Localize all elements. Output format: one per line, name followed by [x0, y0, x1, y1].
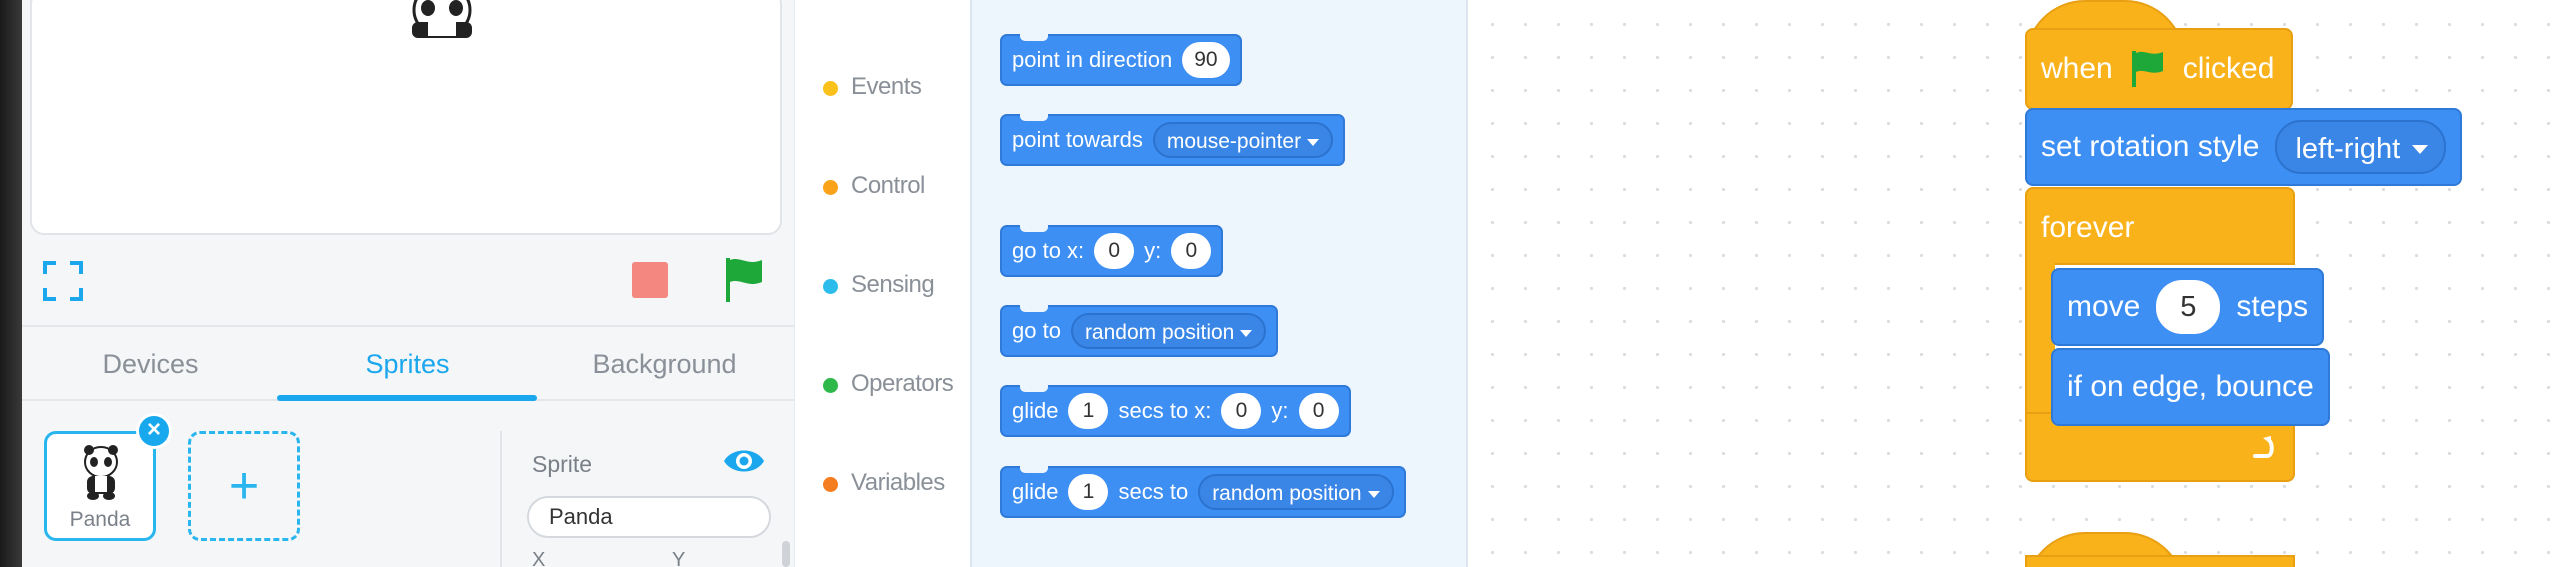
category-label: Operators: [851, 370, 954, 397]
sensing-dot-icon: [823, 279, 838, 294]
panel-tabs: Devices Sprites Background: [22, 325, 794, 401]
block-text: glide: [1012, 479, 1059, 504]
stop-button[interactable]: [632, 262, 668, 298]
block-text: glide: [1012, 398, 1059, 423]
block-text: y:: [1271, 398, 1289, 423]
x-input[interactable]: 0: [1221, 393, 1262, 429]
block-text: go to: [1012, 318, 1061, 343]
stage-canvas[interactable]: [30, 0, 782, 235]
category-label: Sensing: [851, 271, 935, 298]
block-glide-to[interactable]: glide 1 secs to random position: [1000, 466, 1406, 518]
block-text: y:: [1144, 238, 1162, 263]
loop-arrow-icon: [2253, 436, 2274, 458]
category-label: Variables: [851, 469, 945, 496]
scrollbar[interactable]: [782, 541, 790, 567]
green-flag-button[interactable]: [722, 256, 766, 304]
second-hat-block[interactable]: [2025, 555, 2295, 567]
category-label: Events: [851, 73, 922, 100]
y-label: Y: [672, 549, 686, 567]
block-go-to-xy[interactable]: go to x: 0 y: 0: [1000, 225, 1224, 277]
tab-sprites[interactable]: Sprites: [279, 327, 536, 401]
block-glide-xy[interactable]: glide 1 secs to x: 0 y: 0: [1000, 385, 1351, 437]
block-text: set rotation style: [2041, 130, 2260, 163]
block-text: secs to: [1118, 479, 1189, 504]
block-point-in-direction[interactable]: point in direction 90: [1000, 34, 1242, 86]
go-to-dropdown[interactable]: random position: [1070, 313, 1267, 349]
set-rotation-style-block[interactable]: set rotation style left-right: [2025, 108, 2463, 186]
plus-icon: +: [228, 457, 260, 515]
fullscreen-icon[interactable]: [42, 260, 84, 302]
block-text: if on edge, bounce: [2067, 370, 2314, 403]
add-sprite-button[interactable]: +: [188, 431, 300, 541]
divider: [500, 431, 502, 567]
variables-dot-icon: [823, 477, 838, 492]
script-workspace[interactable]: when clicked set rotation style left-rig…: [1468, 0, 2560, 567]
category-label: Control: [851, 172, 925, 199]
eye-icon[interactable]: [722, 445, 766, 477]
block-palette: point in direction 90 point towards mous…: [970, 0, 1468, 567]
tab-background[interactable]: Background: [536, 327, 793, 401]
block-text: secs to x:: [1118, 398, 1212, 423]
steps-input[interactable]: 5: [2156, 280, 2221, 334]
x-input[interactable]: 0: [1094, 233, 1135, 269]
forever-label: forever: [2025, 187, 2295, 265]
stage-panel: Devices Sprites Background Panda × + Spr…: [22, 0, 794, 567]
block-point-towards[interactable]: point towards mouse-pointer: [1000, 114, 1346, 166]
when-flag-clicked-block[interactable]: when clicked: [2025, 28, 2293, 110]
if-on-edge-bounce-block[interactable]: if on edge, bounce: [2051, 348, 2330, 426]
panda-sprite-icon[interactable]: [392, 0, 492, 40]
x-label: X: [532, 549, 546, 567]
sprite-name-input[interactable]: [527, 496, 771, 538]
sprite-delete-button[interactable]: ×: [136, 413, 172, 449]
sprite-thumbnail-label: Panda: [69, 508, 131, 531]
move-steps-block[interactable]: move 5 steps: [2051, 268, 2325, 346]
block-go-to[interactable]: go to random position: [1000, 305, 1279, 357]
block-text: point towards: [1012, 127, 1143, 152]
block-text: point in direction: [1012, 47, 1173, 72]
control-dot-icon: [823, 180, 838, 195]
glide-to-dropdown[interactable]: random position: [1198, 474, 1394, 510]
secs-input[interactable]: 1: [1068, 393, 1109, 429]
point-towards-dropdown[interactable]: mouse-pointer: [1152, 122, 1334, 158]
secs-input[interactable]: 1: [1068, 474, 1109, 510]
tab-devices[interactable]: Devices: [22, 327, 279, 401]
sprite-thumbnail-panda[interactable]: Panda: [44, 431, 156, 541]
operators-dot-icon: [823, 378, 838, 393]
panda-thumbnail-icon: [84, 445, 118, 500]
block-text: move: [2067, 290, 2141, 323]
block-text: clicked: [2182, 52, 2275, 85]
events-dot-icon: [823, 81, 838, 96]
y-input[interactable]: 0: [1171, 233, 1212, 269]
stage-controls: [22, 248, 794, 318]
block-text: steps: [2236, 290, 2309, 323]
block-text: when: [2041, 52, 2113, 85]
block-categories: Events Control Sensing Operators Variabl…: [794, 0, 970, 567]
window-edge: [0, 0, 22, 567]
app-root: Devices Sprites Background Panda × + Spr…: [0, 0, 2560, 567]
rotation-style-dropdown[interactable]: left-right: [2275, 120, 2447, 174]
green-flag-icon: [2131, 51, 2163, 87]
y-input[interactable]: 0: [1298, 393, 1339, 429]
direction-input[interactable]: 90: [1182, 42, 1230, 78]
block-text: go to x:: [1012, 238, 1085, 263]
sprite-area: Panda × + Sprite X Y: [22, 401, 794, 567]
sprite-label: Sprite: [532, 451, 593, 477]
